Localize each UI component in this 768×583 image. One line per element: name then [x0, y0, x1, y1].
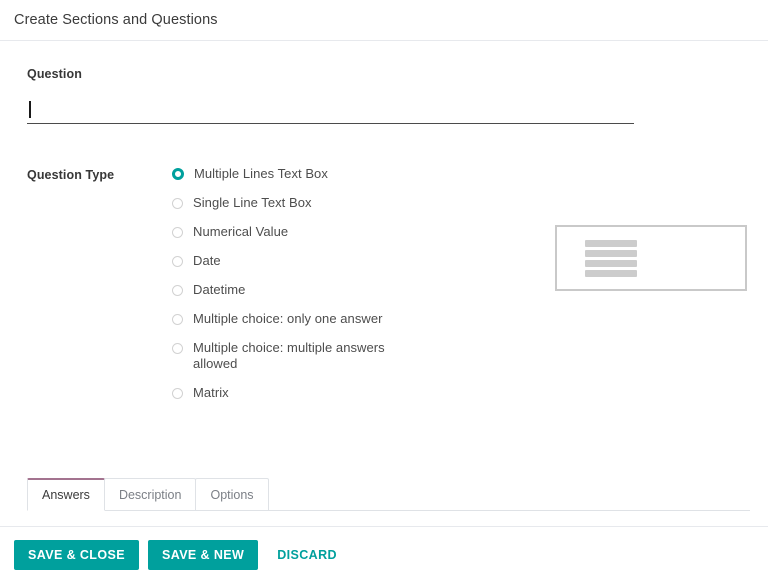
- radio-option-single-line-text-box[interactable]: Single Line Text Box: [172, 195, 432, 211]
- question-type-label: Question Type: [27, 168, 115, 182]
- radio-icon: [172, 285, 183, 296]
- radio-icon: [172, 314, 183, 325]
- tab-answers[interactable]: Answers: [27, 478, 105, 511]
- question-field-group: Question: [27, 67, 750, 124]
- preview-line: [585, 240, 637, 247]
- radio-option-label: Multiple choice: multiple answers allowe…: [193, 340, 385, 371]
- radio-icon: [172, 168, 184, 180]
- question-type-preview: [555, 225, 747, 291]
- tab-bar: Answers Description Options: [27, 477, 750, 511]
- radio-option-label: Numerical Value: [193, 224, 289, 239]
- radio-option-multiple-lines-text-box[interactable]: Multiple Lines Text Box: [172, 166, 432, 182]
- question-type-options: Multiple Lines Text Box Single Line Text…: [172, 166, 432, 401]
- radio-option-label: Single Line Text Box: [193, 195, 312, 210]
- radio-icon: [172, 256, 183, 267]
- discard-button[interactable]: DISCARD: [267, 540, 347, 570]
- radio-icon: [172, 388, 183, 399]
- radio-option-matrix[interactable]: Matrix: [172, 385, 432, 401]
- form-sheet: Question Question Type Multiple Lines Te…: [0, 41, 768, 401]
- radio-option-label: Datetime: [193, 282, 246, 297]
- dialog-body: Question Question Type Multiple Lines Te…: [0, 41, 768, 527]
- radio-option-datetime[interactable]: Datetime: [172, 282, 432, 298]
- radio-icon: [172, 198, 183, 209]
- tabs-region: Answers Description Options: [0, 477, 768, 511]
- question-input[interactable]: [27, 100, 634, 124]
- preview-line: [585, 250, 637, 257]
- radio-option-multiple-choice-one-answer[interactable]: Multiple choice: only one answer: [172, 311, 432, 327]
- radio-option-label: Multiple choice: only one answer: [193, 311, 383, 326]
- dialog-header: Create Sections and Questions: [0, 0, 768, 41]
- radio-option-date[interactable]: Date: [172, 253, 432, 269]
- save-and-new-button[interactable]: SAVE & NEW: [147, 540, 259, 570]
- dialog-footer: SAVE & CLOSE SAVE & NEW DISCARD: [0, 526, 768, 583]
- radio-option-label: Date: [193, 253, 221, 268]
- radio-icon: [172, 227, 183, 238]
- question-input-wrap: [27, 100, 634, 124]
- multiple-lines-icon: [585, 240, 637, 277]
- page-title: Create Sections and Questions: [14, 12, 218, 28]
- question-type-label-col: Question Type: [27, 166, 172, 401]
- preview-line: [585, 260, 637, 267]
- text-caret: [29, 101, 31, 118]
- radio-option-label: Multiple Lines Text Box: [194, 166, 328, 181]
- preview-line: [585, 270, 637, 277]
- tab-options[interactable]: Options: [195, 478, 269, 511]
- radio-option-multiple-choice-multiple-answers[interactable]: Multiple choice: multiple answers allowe…: [172, 340, 432, 372]
- radio-option-label: Matrix: [193, 385, 229, 400]
- tab-description[interactable]: Description: [103, 478, 197, 511]
- save-and-close-button[interactable]: SAVE & CLOSE: [14, 540, 139, 570]
- radio-icon: [172, 343, 183, 354]
- radio-option-numerical-value[interactable]: Numerical Value: [172, 224, 432, 240]
- question-label: Question: [27, 67, 82, 81]
